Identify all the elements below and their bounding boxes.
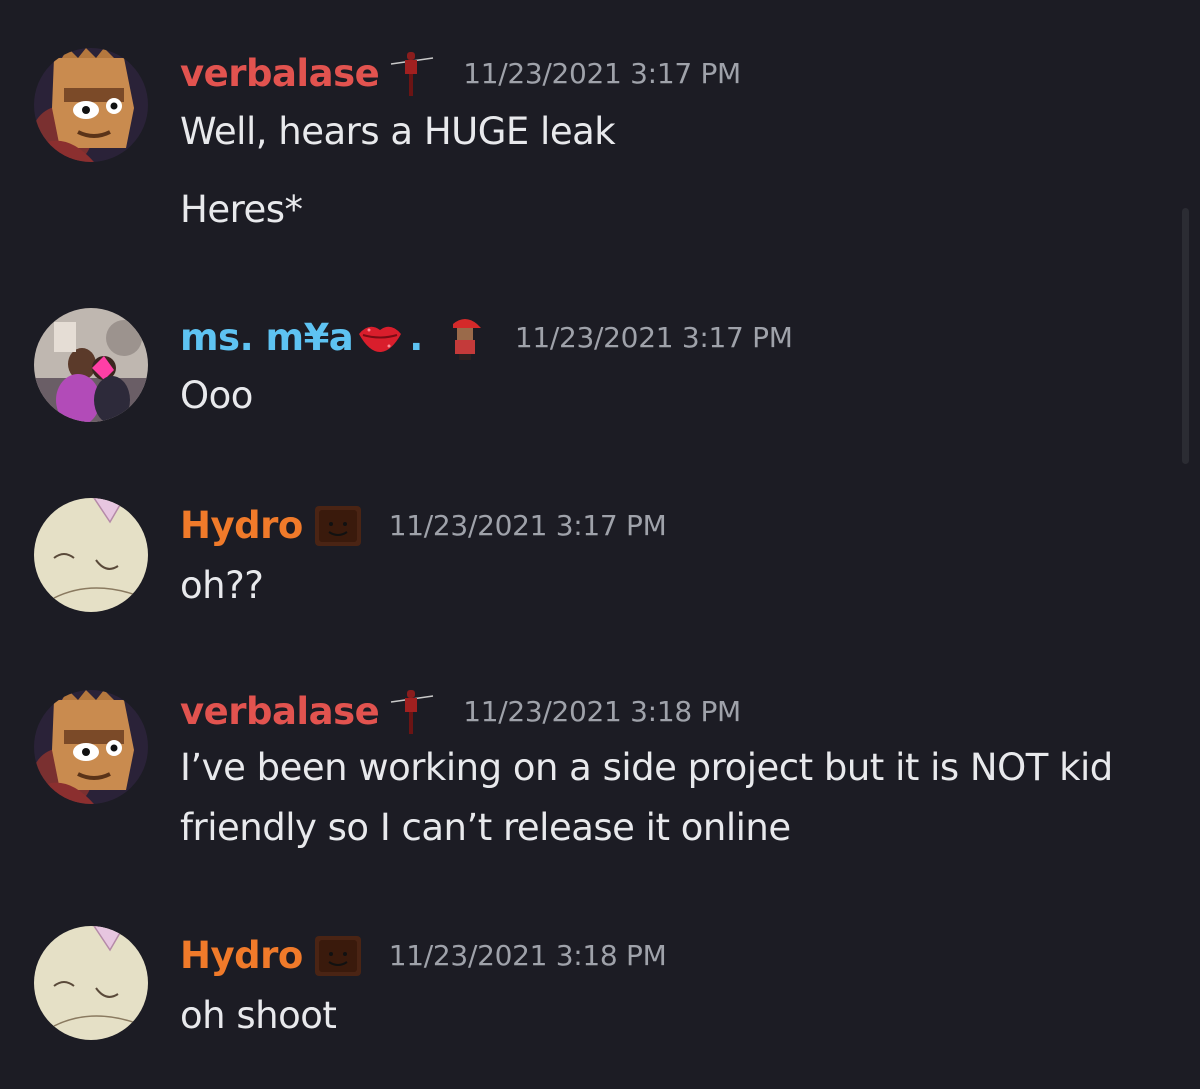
username[interactable]: Hydro [180, 934, 303, 977]
message: verbalase 11/23/2021 3:17 PM Well, hears… [0, 48, 1180, 238]
username[interactable]: verbalase [180, 690, 380, 733]
message-text: oh?? [180, 564, 264, 607]
message: verbalase 11/23/2021 3:18 PM I’ve been w… [0, 686, 1180, 886]
scarecrow-badge-icon [387, 48, 437, 98]
message-text: Heres* [180, 188, 303, 231]
red-cap-character-icon [439, 312, 489, 362]
timestamp: 11/23/2021 3:18 PM [388, 938, 667, 972]
smiling-box-icon [313, 500, 363, 550]
message-header: verbalase 11/23/2021 3:17 PM [180, 48, 741, 98]
message-text: Ooo [180, 374, 253, 417]
message-text: I’ve been working on a side project but … [180, 746, 1113, 789]
avatar-verbalase[interactable] [34, 690, 148, 804]
chat-messages: verbalase 11/23/2021 3:17 PM Well, hears… [0, 0, 1200, 1089]
lips-emoji-icon [355, 312, 405, 362]
scrollbar[interactable] [1182, 208, 1189, 464]
message: Hydro 11/23/2021 3:18 PM oh shoot [0, 926, 1180, 1050]
message-header: Hydro 11/23/2021 3:17 PM [180, 500, 667, 550]
username[interactable]: ms. m¥a [180, 316, 354, 359]
timestamp: 11/23/2021 3:17 PM [388, 508, 667, 542]
timestamp: 11/23/2021 3:17 PM [463, 56, 741, 90]
message-text: oh shoot [180, 994, 337, 1037]
avatar-ms-mya[interactable] [34, 308, 148, 422]
avatar-hydro[interactable] [34, 926, 148, 1040]
avatar-hydro[interactable] [34, 498, 148, 612]
message-text: Well, hears a HUGE leak [180, 110, 616, 153]
message-header: Hydro 11/23/2021 3:18 PM [180, 930, 667, 980]
timestamp: 11/23/2021 3:18 PM [463, 694, 741, 728]
username[interactable]: verbalase [180, 52, 380, 95]
message-header: ms. m¥a . 11/23/2021 3:17 PM [180, 312, 793, 362]
username[interactable]: Hydro [180, 504, 303, 547]
message-header: verbalase 11/23/2021 3:18 PM [180, 686, 741, 736]
message-text: friendly so I can’t release it online [180, 806, 791, 849]
scarecrow-badge-icon [387, 686, 437, 736]
message: ms. m¥a . 11/23/2021 3:17 PM Ooo [0, 308, 1180, 432]
avatar-verbalase[interactable] [34, 48, 148, 162]
username-suffix: . [409, 315, 423, 359]
timestamp: 11/23/2021 3:17 PM [514, 320, 793, 354]
message: Hydro 11/23/2021 3:17 PM oh?? [0, 498, 1180, 620]
smiling-box-icon [313, 930, 363, 980]
